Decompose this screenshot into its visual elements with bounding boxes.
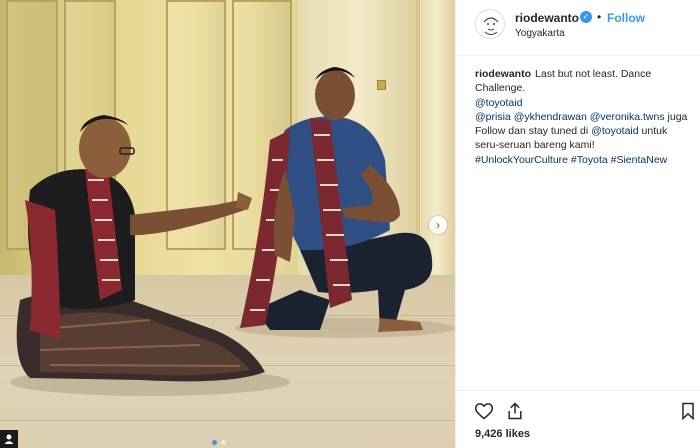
next-photo-button[interactable]: › — [429, 216, 447, 234]
bookmark-icon[interactable] — [678, 401, 698, 421]
mention-link[interactable]: @prisia — [475, 111, 511, 123]
avatar[interactable] — [475, 9, 505, 39]
separator-dot: • — [597, 10, 602, 24]
hashtag-link[interactable]: #UnlockYourCulture — [475, 154, 568, 166]
carousel-dot-active — [212, 440, 217, 445]
post-photo[interactable]: › — [0, 0, 455, 448]
hashtag-link[interactable]: #SientaNew — [611, 154, 668, 166]
tagged-user-icon[interactable] — [0, 430, 18, 448]
post-header: riodewanto ✓ • Follow Yogyakarta — [456, 0, 700, 56]
caption-username[interactable]: riodewanto — [475, 68, 531, 80]
post-side-panel: riodewanto ✓ • Follow Yogyakarta riodewa… — [455, 0, 700, 448]
post-caption: riodewanto Last but not least. Dance Chal… — [475, 67, 690, 167]
hashtag-link[interactable]: #Toyota — [571, 154, 608, 166]
post-actions: 9,426 likes — [456, 390, 700, 448]
username-link[interactable]: riodewanto — [515, 11, 579, 25]
verified-badge-icon: ✓ — [580, 11, 592, 23]
mention-link[interactable]: @toyotaid — [591, 125, 638, 137]
mention-link[interactable]: @toyotaid — [475, 97, 522, 109]
mention-link[interactable]: @veronika.twns — [590, 111, 665, 123]
follow-button[interactable]: Follow — [607, 11, 645, 25]
share-icon[interactable] — [505, 401, 525, 421]
carousel-dot — [221, 440, 226, 445]
location-link[interactable]: Yogyakarta — [515, 28, 565, 39]
heart-icon[interactable] — [474, 401, 494, 421]
mention-link[interactable]: @ykhendrawan — [514, 111, 587, 123]
instagram-post: › riodewanto ✓ • Follow Yogyakarta riode… — [0, 0, 700, 448]
dancers-illustration — [10, 67, 455, 396]
like-count[interactable]: 9,426 likes — [475, 428, 530, 440]
carousel-indicator — [212, 440, 226, 445]
